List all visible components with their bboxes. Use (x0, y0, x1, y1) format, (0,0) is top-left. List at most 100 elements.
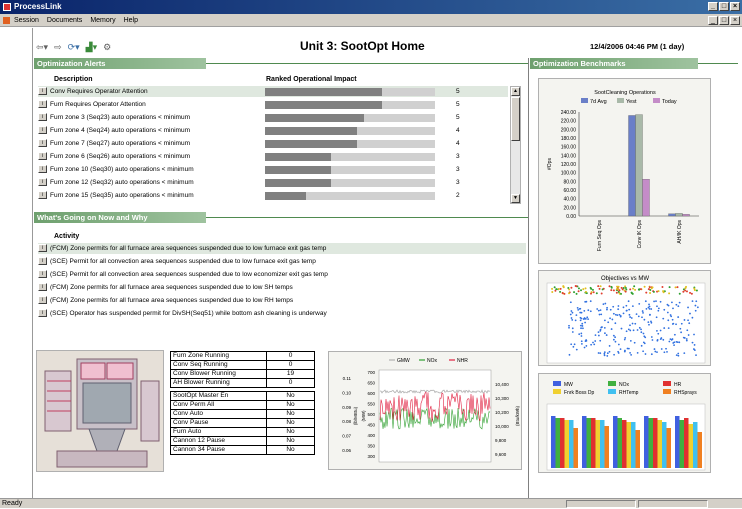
scatter-point (673, 333, 676, 336)
minimize-button[interactable]: _ (708, 2, 718, 11)
alerts-scrollbar[interactable]: ▲ ▼ (510, 86, 521, 204)
chart-icon[interactable]: ▟▾ (86, 42, 97, 53)
scroll-down-button[interactable]: ▼ (511, 194, 520, 203)
mdi-doc-icon[interactable] (3, 17, 10, 24)
alert-row[interactable]: i Conv Requires Operator Attention 5 (38, 86, 508, 97)
scatter-point (671, 318, 674, 321)
scatter-point (583, 346, 586, 349)
y-tick-label: 350 (367, 444, 375, 449)
alert-row-button[interactable]: i (38, 100, 47, 109)
alert-row[interactable]: i Furn Requires Operator Attention 5 (38, 99, 508, 110)
trend-chart[interactable]: GMW NOx NHR 0.11 0.10 0.09 0.08 0.07 0.06 700 650 6… (328, 351, 522, 470)
benchmark-bar-svg: MW NOx HR Fnrk Boss Dp RHTemp RHSprays (546, 381, 706, 471)
scatter-point (595, 292, 598, 295)
activity-row-button[interactable]: i (38, 283, 47, 292)
alert-row-button[interactable]: i (38, 139, 47, 148)
objectives-scatter-chart[interactable]: Objectives vs MW (538, 270, 711, 366)
mdi-close-button[interactable]: × (730, 16, 740, 25)
scatter-point (625, 288, 628, 291)
alert-row-button[interactable]: i (38, 87, 47, 96)
forward-arrow-icon[interactable]: ⇨ (54, 42, 62, 53)
impact-bar-fill (265, 140, 357, 148)
menu-documents[interactable]: Documents (47, 17, 82, 24)
bench-bar (551, 416, 556, 468)
alert-row-button[interactable]: i (38, 113, 47, 122)
activity-row[interactable]: i (SCE) Operator has suspended permit for… (38, 308, 526, 319)
scatter-point (651, 286, 654, 289)
menu-bar: Session Documents Memory Help _ □ × (0, 14, 742, 27)
scatter-point (603, 352, 606, 355)
boiler-schematic[interactable] (36, 350, 164, 472)
scatter-point (693, 344, 696, 346)
scatter-point (655, 316, 658, 319)
mdi-minimize-button[interactable]: _ (708, 16, 718, 25)
alert-row[interactable]: i Furn zone 4 (Seq24) auto operations < m… (38, 125, 508, 136)
scatter-point (591, 288, 594, 291)
menu-session[interactable]: Session (14, 17, 39, 24)
alert-row[interactable]: i Furn zone 10 (Seq30) auto operations < … (38, 164, 508, 175)
scatter-point (610, 286, 613, 289)
close-button[interactable]: × (730, 2, 740, 11)
y-tick-label: 60.00 (563, 188, 576, 194)
maximize-button[interactable]: □ (719, 2, 729, 11)
activity-row-button[interactable]: i (38, 257, 47, 266)
scatter-point (688, 322, 691, 325)
activity-row[interactable]: i (FCM) Zone permits for all furnace area… (38, 282, 526, 293)
scatter-point (563, 292, 566, 295)
status-row: Furn Zone Running 0 (170, 351, 315, 361)
scatter-point (686, 329, 689, 332)
scatter-point (660, 337, 663, 339)
activity-row-button[interactable]: i (38, 296, 47, 305)
benchmark-bar-chart[interactable]: MW NOx HR Fnrk Boss Dp RHTemp RHSprays (538, 373, 711, 473)
bench-bar (626, 422, 631, 468)
scatter-point (577, 308, 580, 311)
scroll-thumb[interactable] (511, 97, 520, 141)
scatter-point (667, 319, 670, 322)
y-tick-label: 300 (367, 454, 375, 459)
mdi-restore-button[interactable]: □ (719, 16, 729, 25)
scatter-point (551, 291, 554, 294)
alert-row[interactable]: i Furn zone 12 (Seq32) auto operations < … (38, 177, 508, 188)
refresh-icon[interactable]: ⟳▾ (68, 42, 80, 53)
activity-row-button[interactable]: i (38, 309, 47, 318)
alert-row[interactable]: i Furn zone 7 (Seq27) auto operations < m… (38, 138, 508, 149)
alert-row[interactable]: i Furn zone 15 (Seq35) auto operations < … (38, 190, 508, 201)
alerts-divider (206, 63, 528, 64)
scatter-point (676, 286, 679, 289)
activity-row-button[interactable]: i (38, 244, 47, 253)
activity-row[interactable]: i (SCE) Permit for all convection area se… (38, 256, 526, 267)
menu-memory[interactable]: Memory (90, 17, 115, 24)
scatter-point (642, 341, 645, 344)
scroll-up-button[interactable]: ▲ (511, 87, 520, 96)
alert-row-button[interactable]: i (38, 126, 47, 135)
alert-row[interactable]: i Furn zone 6 (Seq26) auto operations < m… (38, 151, 508, 162)
y-tick-label: 0.07 (342, 434, 351, 439)
scatter-point (582, 288, 585, 291)
bench-bar (631, 422, 636, 468)
scatter-point (651, 339, 654, 341)
alert-row-button[interactable]: i (38, 178, 47, 187)
activity-row[interactable]: i (FCM) Zone permits for all furnace area… (38, 243, 526, 254)
alert-row[interactable]: i Furn zone 3 (Seq23) auto operations < m… (38, 112, 508, 123)
soot-cleaning-chart[interactable]: SootCleaning Operations 7d Avg Yest Today 24… (538, 78, 711, 264)
back-arrow-icon[interactable]: ⇦▾ (36, 42, 48, 53)
legend-swatch (663, 389, 671, 394)
alert-row-button[interactable]: i (38, 191, 47, 200)
status-row: Cannon 34 Pause No (170, 445, 315, 455)
status-value: No (266, 436, 315, 446)
activity-row[interactable]: i (FCM) Zone permits for all furnace area… (38, 295, 526, 306)
activity-section-title: What's Going on Now and Why (34, 212, 206, 223)
page-title: Unit 3: SootOpt Home (300, 39, 425, 53)
scatter-point (694, 309, 697, 312)
activity-row-button[interactable]: i (38, 270, 47, 279)
scatter-point (636, 351, 639, 354)
bench-bar (697, 432, 702, 468)
activity-row[interactable]: i (SCE) Permit for all convection area se… (38, 269, 526, 280)
alert-row-button[interactable]: i (38, 152, 47, 161)
alert-row-button[interactable]: i (38, 165, 47, 174)
scatter-point (583, 309, 586, 312)
scatter-point (580, 335, 583, 337)
settings-icon[interactable]: ⚙ (103, 42, 111, 53)
scatter-point (650, 336, 653, 338)
menu-help[interactable]: Help (124, 17, 138, 24)
